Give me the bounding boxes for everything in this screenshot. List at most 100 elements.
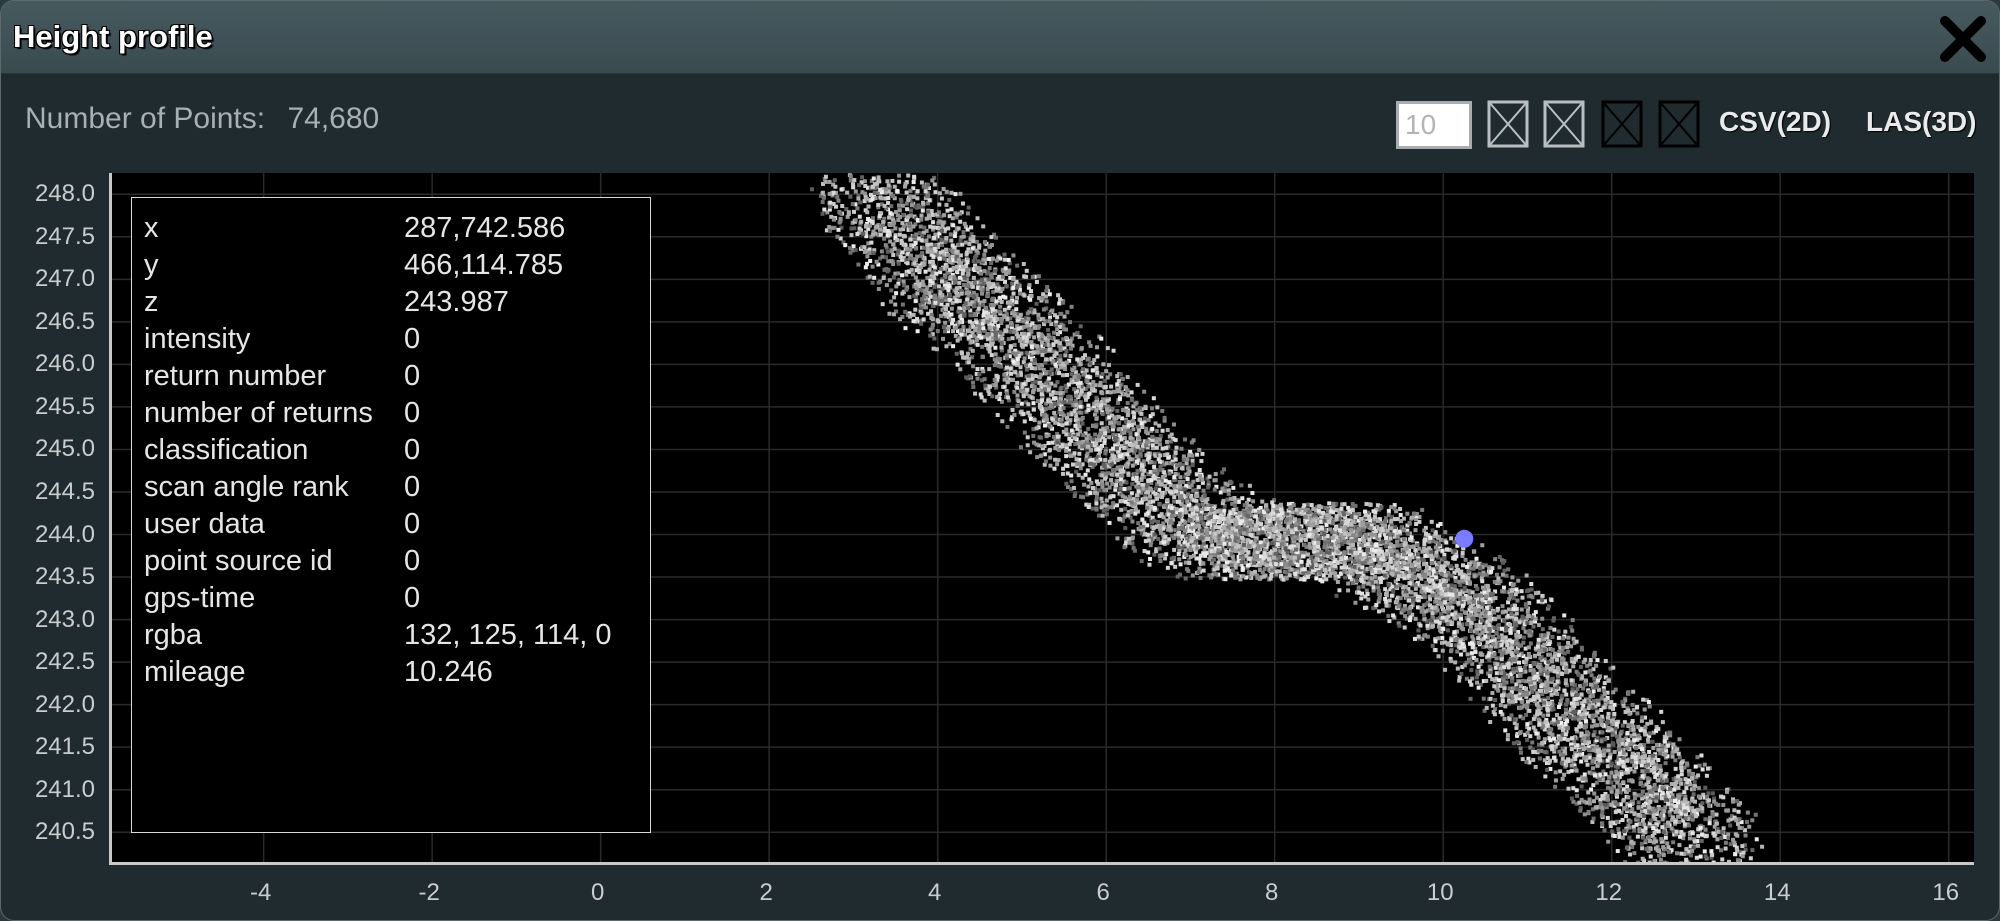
profile-point bbox=[944, 202, 949, 207]
profile-point bbox=[1262, 567, 1267, 572]
profile-point bbox=[1104, 507, 1109, 512]
profile-point bbox=[835, 195, 840, 200]
profile-point bbox=[1080, 475, 1085, 480]
profile-point bbox=[960, 264, 965, 269]
profile-point bbox=[1009, 371, 1014, 376]
profile-point bbox=[1086, 484, 1091, 489]
profile-point bbox=[986, 277, 991, 282]
profile-point bbox=[907, 295, 912, 300]
profile-point bbox=[1306, 560, 1311, 565]
profile-point bbox=[961, 230, 966, 235]
profile-point bbox=[931, 254, 936, 259]
profile-point bbox=[944, 264, 949, 269]
profile-point bbox=[965, 211, 970, 216]
profile-point bbox=[1078, 362, 1083, 367]
profile-point bbox=[1191, 438, 1196, 443]
profile-point bbox=[1125, 388, 1130, 393]
profile-point bbox=[974, 320, 979, 325]
profile-point bbox=[828, 200, 833, 205]
profile-point bbox=[958, 320, 963, 325]
profile-point bbox=[1100, 411, 1105, 416]
toggle-3-checkbox-x-icon[interactable] bbox=[1601, 100, 1643, 148]
profile-point bbox=[1007, 349, 1012, 354]
profile-point bbox=[1072, 494, 1077, 499]
profile-point bbox=[1032, 358, 1037, 363]
profile-point bbox=[1045, 285, 1050, 290]
profile-point bbox=[1152, 518, 1157, 523]
profile-point bbox=[1137, 428, 1142, 433]
profile-point bbox=[1086, 374, 1091, 379]
profile-point bbox=[925, 249, 930, 254]
profile-point bbox=[1148, 556, 1153, 561]
profile-point bbox=[1055, 315, 1060, 320]
profile-point bbox=[1386, 508, 1391, 513]
profile-point bbox=[916, 236, 921, 241]
profile-point bbox=[1096, 481, 1101, 486]
profile-point bbox=[1047, 376, 1052, 381]
toggle-4-checkbox-x-icon[interactable] bbox=[1658, 100, 1700, 148]
profile-point bbox=[868, 223, 873, 228]
toggle-2-checkbox-x-icon[interactable] bbox=[1543, 100, 1585, 148]
profile-point bbox=[1124, 480, 1129, 485]
profile-point bbox=[1047, 319, 1052, 324]
profile-point bbox=[996, 323, 1001, 328]
toggle-1-checkbox-x-icon[interactable] bbox=[1487, 100, 1529, 148]
profile-point bbox=[1188, 554, 1193, 559]
export-csv-2d-button[interactable]: CSV(2D) bbox=[1719, 106, 1831, 138]
profile-point bbox=[1228, 511, 1233, 516]
profile-point bbox=[1268, 576, 1273, 581]
profile-point bbox=[1233, 499, 1238, 504]
profile-info-bar: Number of Points: 74,680 CSV(2D) LAS(3D) bbox=[1, 74, 1999, 174]
profile-point bbox=[1215, 509, 1220, 514]
profile-point bbox=[915, 196, 920, 201]
profile-point bbox=[1064, 448, 1069, 453]
profile-point bbox=[928, 278, 933, 283]
profile-point bbox=[1002, 314, 1007, 319]
profile-point bbox=[1174, 489, 1179, 494]
profile-point bbox=[1094, 366, 1099, 371]
profile-point bbox=[981, 224, 986, 229]
profile-point bbox=[1036, 316, 1041, 321]
profile-point bbox=[917, 204, 922, 209]
profile-point bbox=[1165, 565, 1170, 570]
profile-point bbox=[888, 239, 893, 244]
profile-point bbox=[1016, 334, 1021, 339]
profile-point bbox=[984, 310, 989, 315]
profile-point bbox=[1044, 414, 1049, 419]
profile-point bbox=[1305, 575, 1310, 580]
profile-point bbox=[1299, 559, 1304, 564]
profile-point bbox=[882, 203, 887, 208]
export-las-3d-button[interactable]: LAS(3D) bbox=[1866, 106, 1976, 138]
profile-point bbox=[1040, 352, 1045, 357]
profile-point bbox=[981, 369, 986, 374]
profile-point bbox=[881, 276, 886, 281]
profile-point bbox=[1177, 479, 1182, 484]
profile-point bbox=[1024, 367, 1029, 372]
profile-point bbox=[1319, 556, 1324, 561]
close-icon[interactable] bbox=[1937, 13, 1989, 65]
profile-point bbox=[1056, 458, 1061, 463]
point-budget-input[interactable] bbox=[1396, 101, 1472, 149]
profile-point bbox=[1105, 346, 1110, 351]
profile-point bbox=[1032, 325, 1037, 330]
profile-point bbox=[1169, 490, 1174, 495]
profile-point bbox=[883, 243, 888, 248]
profile-point bbox=[1034, 301, 1039, 306]
profile-point bbox=[1257, 563, 1262, 568]
profile-point bbox=[852, 226, 857, 231]
profile-point bbox=[920, 251, 925, 256]
profile-point bbox=[897, 173, 902, 178]
profile-point bbox=[874, 259, 879, 264]
profile-point bbox=[1206, 485, 1211, 490]
profile-point bbox=[936, 210, 941, 215]
profile-point bbox=[1081, 433, 1086, 438]
profile-point bbox=[849, 233, 854, 238]
profile-point bbox=[1303, 515, 1308, 520]
profile-point bbox=[999, 341, 1004, 346]
profile-point bbox=[913, 275, 918, 280]
profile-point bbox=[1210, 543, 1215, 548]
profile-point bbox=[1186, 568, 1191, 573]
profile-point bbox=[1307, 527, 1312, 532]
profile-point bbox=[929, 316, 934, 321]
profile-point bbox=[994, 336, 999, 341]
